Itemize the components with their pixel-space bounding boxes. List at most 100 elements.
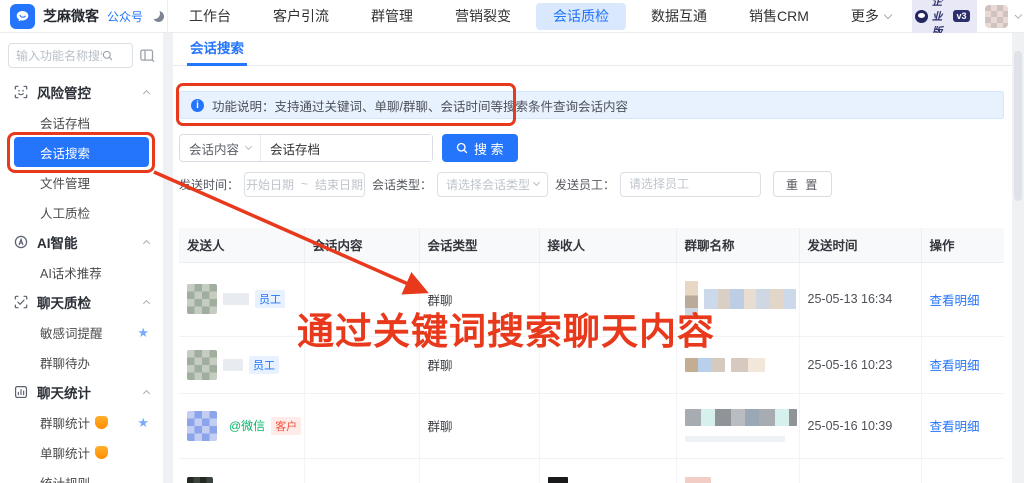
section-title: 风险管控 bbox=[37, 86, 91, 101]
table-row: 员工 群聊 25-05-16 10:23 查看明细 bbox=[179, 336, 1004, 394]
sidebar-search-input[interactable] bbox=[16, 48, 102, 63]
receiver-cell bbox=[539, 458, 677, 483]
sidebar-section-risk-control[interactable]: 风险管控 bbox=[0, 77, 163, 107]
brand-channel-link[interactable]: 公众号 bbox=[107, 8, 143, 25]
user-avatar[interactable] bbox=[984, 4, 1009, 28]
sender-cell: 员工 bbox=[179, 336, 305, 394]
search-button[interactable]: 搜 索 bbox=[442, 134, 518, 162]
nav-item-marketing-fission[interactable]: 营销裂变 bbox=[434, 0, 532, 32]
redacted-block bbox=[684, 476, 711, 483]
filter-row: 发送时间： 开始日期 ~ 结束日期 会话类型： 请选择会话类型 发送员工： 请选… bbox=[179, 171, 1004, 197]
sidebar-item-manual-qc[interactable]: 人工质检 bbox=[0, 197, 163, 227]
date-end-placeholder: 结束日期 bbox=[315, 177, 364, 192]
search-field-select[interactable]: 会话内容 bbox=[180, 135, 262, 161]
sidebar-search-box[interactable] bbox=[8, 43, 133, 68]
sidebar-item-group-todo[interactable]: 群聊待办 bbox=[0, 347, 163, 377]
empty-cell bbox=[304, 393, 420, 459]
main-nav: 工作台 客户引流 群管理 营销裂变 会话质检 数据互通 销售CRM 更多 bbox=[168, 0, 912, 32]
sender-cell: 员工 bbox=[179, 262, 305, 337]
chevron-up-icon bbox=[142, 239, 151, 248]
view-detail-link[interactable]: 查看明细 bbox=[930, 420, 980, 434]
chevron-up-icon bbox=[142, 89, 151, 98]
sidebar-section-ai[interactable]: AI智能 bbox=[0, 227, 163, 257]
sidebar-item-ai-script[interactable]: AI话术推荐 bbox=[0, 257, 163, 287]
sidebar-section-chat-stats[interactable]: 聊天统计 bbox=[0, 377, 163, 407]
sidebar-item-sensitive-words[interactable]: 敏感词提醒 ★ bbox=[0, 317, 163, 347]
send-time-label: 发送时间： bbox=[179, 177, 240, 192]
date-start-placeholder: 开始日期 bbox=[245, 177, 294, 192]
page-scrollbar[interactable] bbox=[1012, 33, 1024, 483]
top-navigation-bar: 芝麻微客 公众号 工作台 客户引流 群管理 营销裂变 会话质检 数据互通 销售C… bbox=[0, 0, 1024, 41]
nav-item-customer-acquisition[interactable]: 客户引流 bbox=[252, 0, 350, 32]
staff-select-input[interactable] bbox=[620, 171, 762, 197]
plan-logo-icon bbox=[914, 9, 928, 23]
redacted-block bbox=[730, 357, 765, 372]
sidebar-item-conversation-search[interactable]: 会话搜索 bbox=[7, 132, 155, 173]
redacted-block bbox=[684, 409, 797, 426]
redacted-avatar bbox=[187, 476, 213, 483]
sidebar-item-label: 敏感词提醒 bbox=[40, 326, 103, 341]
sidebar-section-chat-qc[interactable]: 聊天质检 bbox=[0, 287, 163, 317]
nav-item-conversation-qc[interactable]: 会话质检 bbox=[536, 2, 626, 30]
plan-version-badge: v3 bbox=[953, 10, 970, 22]
empty-cell bbox=[304, 262, 420, 337]
type-cell: 群聊 bbox=[419, 262, 540, 337]
account-menu-chevron-icon[interactable] bbox=[1015, 10, 1023, 19]
redacted-avatar bbox=[187, 349, 217, 380]
vip-badge-icon bbox=[95, 415, 109, 429]
send-time: 25-05-16 10:39 bbox=[807, 418, 893, 433]
nav-more-label: 更多 bbox=[850, 8, 879, 24]
conversation-type-select[interactable]: 请选择会话类型 bbox=[437, 171, 549, 197]
col-sender: 发送人 bbox=[179, 228, 305, 263]
customer-badge: 客户 bbox=[271, 416, 302, 435]
send-time: 25-05-16 10:23 bbox=[807, 357, 893, 372]
conversation-type: 群聊 bbox=[427, 420, 453, 434]
sidebar-item-conversation-archive[interactable]: 会话存档 bbox=[0, 107, 163, 137]
redacted-avatar bbox=[187, 284, 217, 314]
sidebar-item-single-chat-stats[interactable]: 单聊统计 bbox=[0, 437, 163, 467]
redacted-name bbox=[223, 358, 243, 371]
brand-name: 芝麻微客 bbox=[43, 8, 99, 24]
favorite-star-icon[interactable]: ★ bbox=[137, 416, 149, 429]
reset-button[interactable]: 重 置 bbox=[773, 171, 833, 197]
nav-item-more[interactable]: 更多 bbox=[830, 0, 912, 32]
favorite-star-icon[interactable]: ★ bbox=[137, 326, 149, 339]
tab-conversation-search[interactable]: 会话搜索 bbox=[187, 33, 247, 66]
collapse-sidebar-icon[interactable] bbox=[140, 49, 155, 62]
conversation-type: 群聊 bbox=[427, 293, 453, 308]
conversation-type-label: 会话类型： bbox=[372, 177, 433, 192]
redacted-block bbox=[684, 281, 698, 317]
search-row: 会话内容 搜 索 bbox=[179, 134, 1004, 162]
section-title: 聊天统计 bbox=[37, 386, 91, 401]
date-range-picker[interactable]: 开始日期 ~ 结束日期 bbox=[244, 171, 366, 197]
redacted-name bbox=[223, 293, 249, 305]
group-name-cell bbox=[676, 336, 800, 394]
keyword-input[interactable] bbox=[261, 135, 432, 161]
info-banner: 功能说明：支持通过关键词、单聊/群聊、会话时间等搜索条件查询会话内容 bbox=[176, 83, 1004, 126]
wechat-suffix: @微信 bbox=[229, 419, 266, 433]
section-title: AI智能 bbox=[37, 236, 78, 251]
sidebar-item-stats-rules[interactable]: 统计规则 bbox=[0, 467, 163, 483]
scrollbar-thumb[interactable] bbox=[1014, 51, 1022, 201]
empty-cell bbox=[539, 393, 677, 459]
chat-stats-icon bbox=[14, 385, 28, 399]
staff-badge: 员工 bbox=[249, 355, 279, 374]
view-detail-link[interactable]: 查看明细 bbox=[930, 359, 980, 373]
sender-cell bbox=[179, 458, 305, 483]
send-time: 25-05-13 16:34 bbox=[807, 292, 893, 306]
nav-item-workbench[interactable]: 工作台 bbox=[168, 0, 252, 32]
sidebar-item-file-management[interactable]: 文件管理 bbox=[0, 167, 163, 197]
nav-item-group-management[interactable]: 群管理 bbox=[350, 0, 434, 32]
brand-area: 芝麻微客 公众号 bbox=[0, 0, 168, 32]
col-send-time: 发送时间 bbox=[799, 228, 922, 263]
redacted-block bbox=[703, 289, 796, 309]
sidebar-item-group-stats[interactable]: 群聊统计 ★ bbox=[0, 407, 163, 437]
dark-mode-toggle-icon[interactable] bbox=[153, 11, 164, 22]
time-cell: 25-05-16 10:39 bbox=[799, 393, 922, 459]
action-cell: 查看明细 bbox=[921, 393, 1004, 459]
action-cell: 查看明细 bbox=[921, 336, 1004, 394]
section-title: 聊天质检 bbox=[37, 296, 91, 311]
view-detail-link[interactable]: 查看明细 bbox=[930, 294, 980, 308]
nav-item-sales-crm[interactable]: 销售CRM bbox=[728, 0, 830, 32]
nav-item-data-interchange[interactable]: 数据互通 bbox=[630, 0, 728, 32]
